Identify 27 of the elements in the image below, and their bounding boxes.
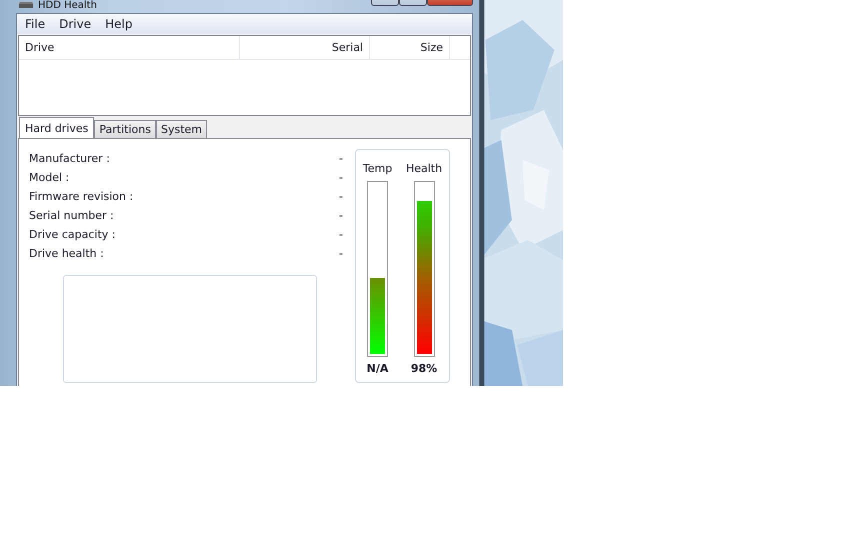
gauge-reading: N/A [366,362,388,375]
column-header[interactable]: Drive [19,36,240,59]
field-value: - [339,190,343,203]
field-label: Serial number : [29,209,114,222]
menu-item[interactable]: Help [105,17,132,31]
field-value: - [339,152,343,165]
gauge-label: Temp [362,162,392,176]
column-header[interactable]: Size [370,36,450,59]
field-label: Firmware revision : [29,190,134,203]
menu-item[interactable]: Drive [59,17,92,31]
tab[interactable]: Partitions [94,120,156,138]
field-value: - [339,171,343,184]
tab[interactable]: System [156,120,207,138]
column-header[interactable]: Serial [240,36,370,59]
window-title: HDD Health [38,0,97,12]
field-value: - [339,247,343,260]
field-label: Model : [29,171,70,184]
tab[interactable]: Hard drives [19,117,94,138]
field-label: Drive health : [29,247,104,260]
field-value: - [339,228,343,241]
menu-item[interactable]: File [25,17,46,31]
gauge-reading: 98% [410,362,438,375]
field-value: - [339,209,343,222]
disk-drive-icon [18,2,34,10]
gauge-label: Health [406,162,442,176]
field-label: Manufacturer : [29,152,110,165]
field-label: Drive capacity : [29,228,116,241]
